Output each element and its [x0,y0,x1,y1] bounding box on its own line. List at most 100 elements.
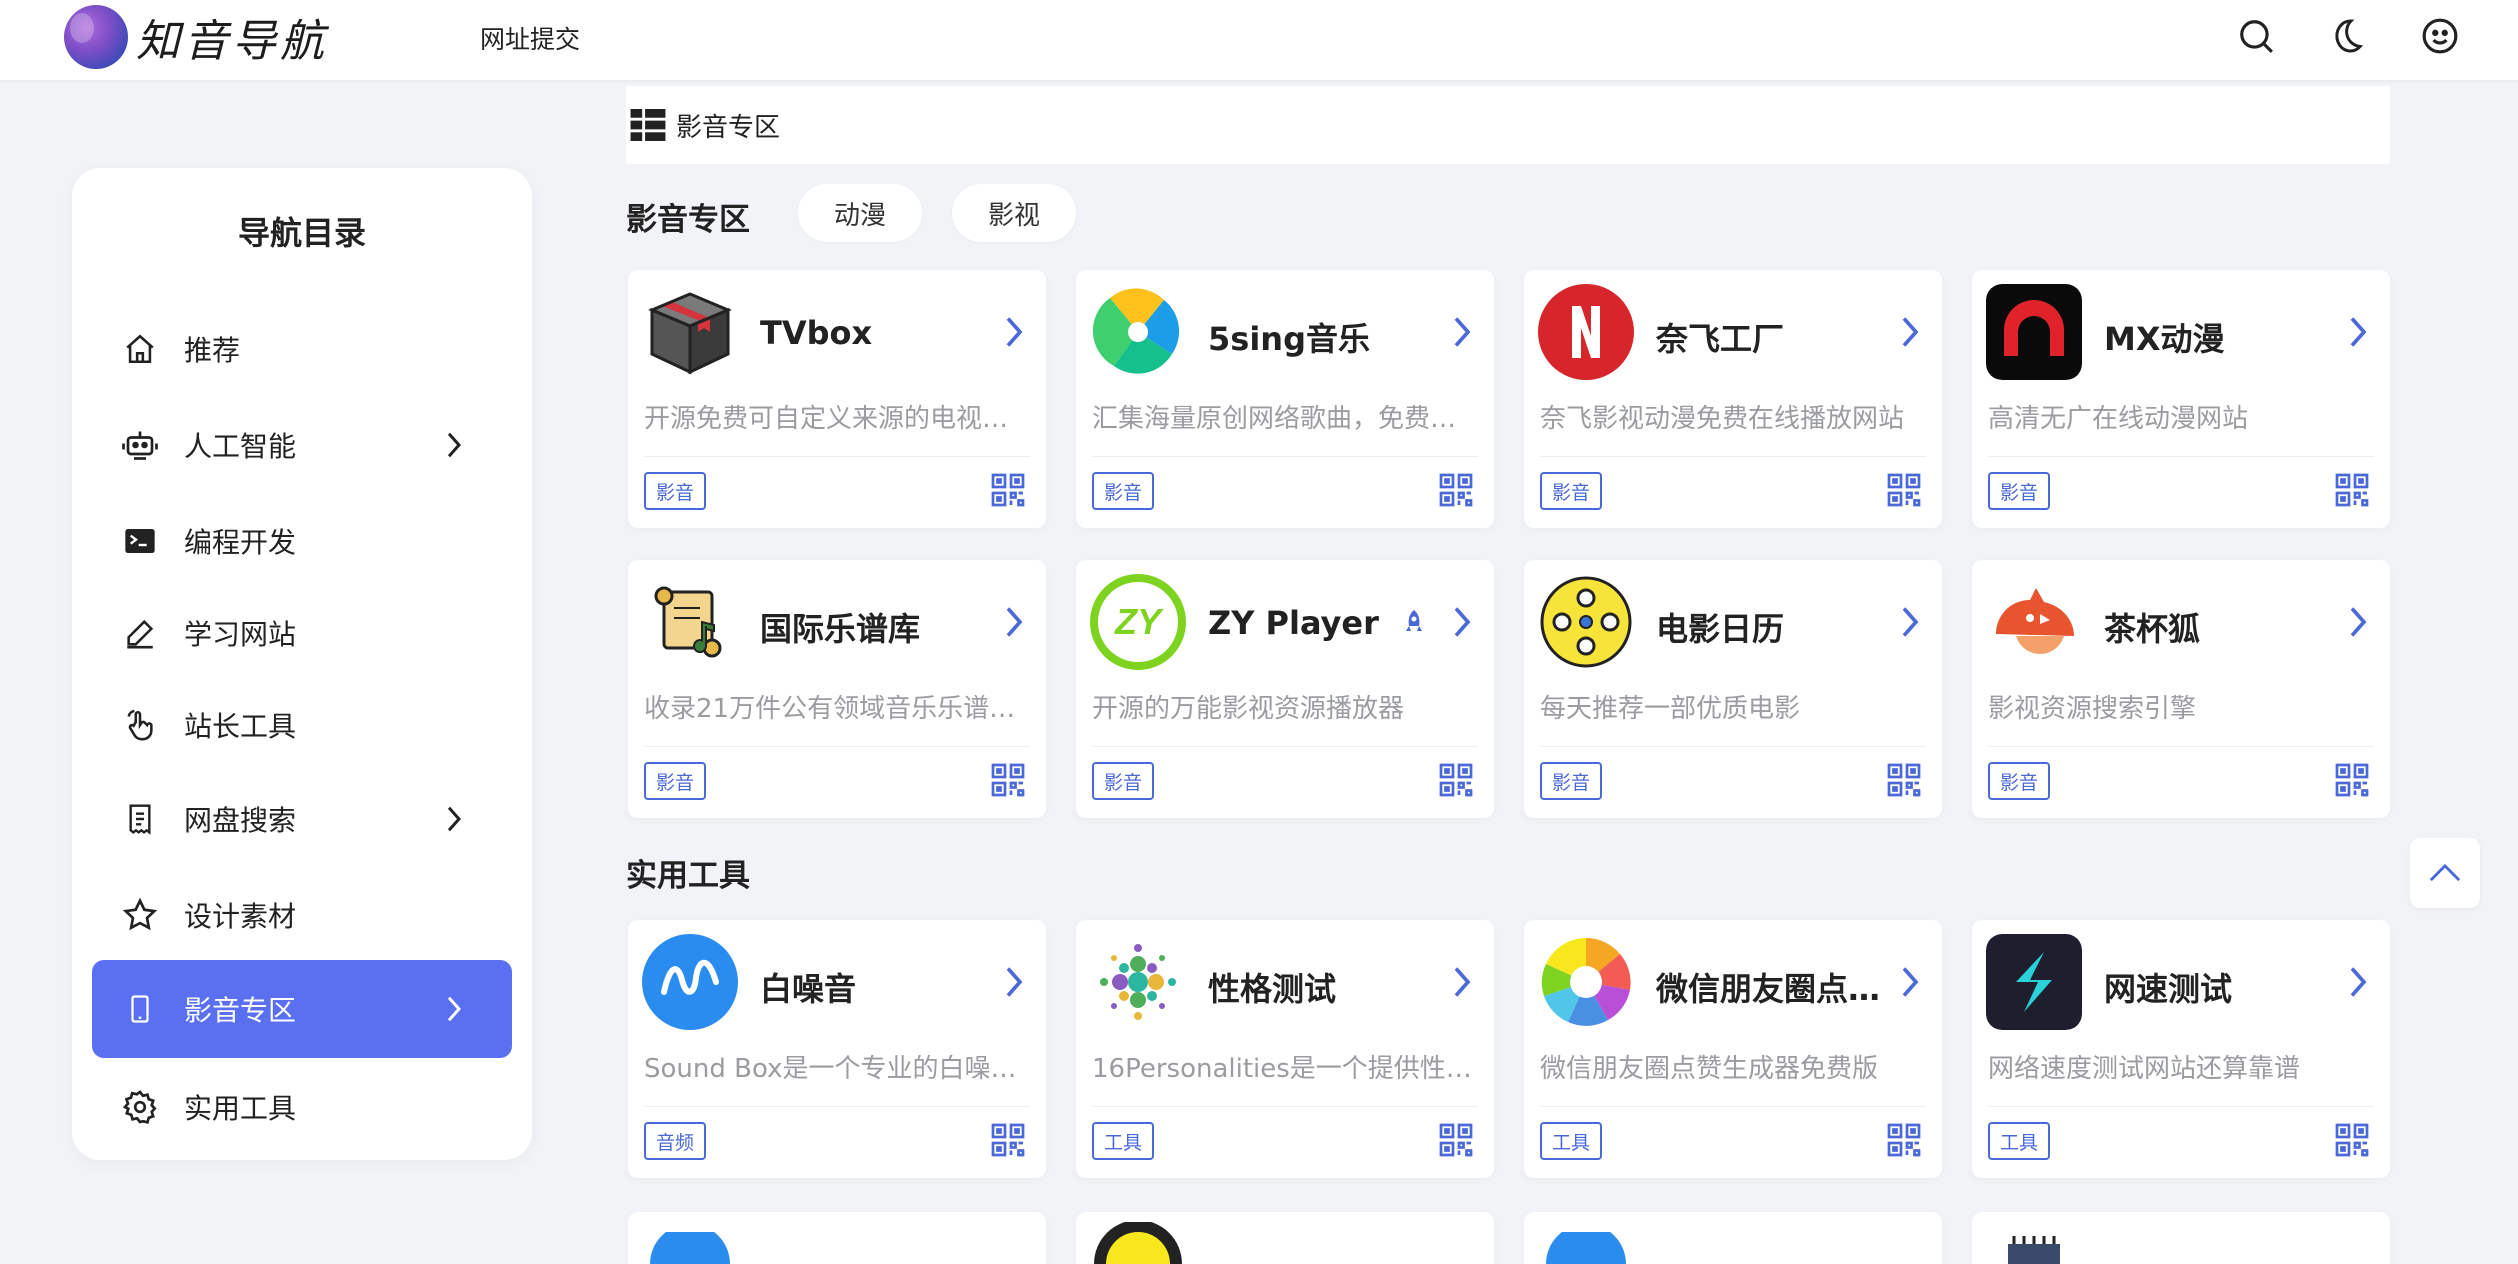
qrcode-icon[interactable] [2334,472,2370,508]
divider [644,1106,1030,1107]
site-card[interactable]: 微信朋友圈点赞生成器 微信朋友圈点赞生成器免费版 工具 [1524,920,1942,1178]
site-card[interactable]: ZY ZY Player 开源的万能影视资源播放器 影音 [1076,560,1494,818]
tab-movies[interactable]: 影视 [952,184,1077,242]
chevron-right-icon[interactable] [2344,314,2372,350]
site-card[interactable]: MX动漫 高清无广在线动漫网站 影音 [1972,270,2390,528]
category-tag[interactable]: 工具 [1092,1122,1155,1160]
sidebar-item-media[interactable]: 影音专区 [92,960,512,1058]
card-title: 性格测试 [1208,970,1337,1008]
category-tag[interactable]: 影音 [644,762,707,800]
card-title: 网速测试 [2104,970,2233,1008]
site-card[interactable]: 奈飞工厂 奈飞影视动漫免费在线播放网站 影音 [1524,270,1942,528]
film-reel-icon [1538,574,1634,670]
chevron-right-icon[interactable] [1448,604,1476,640]
site-card-partial[interactable] [628,1212,1046,1264]
site-card[interactable]: 白噪音 Sound Box是一个专业的白噪音网站 音频 [628,920,1046,1178]
category-tag[interactable]: 影音 [1988,762,2051,800]
card-title: 奈飞工厂 [1656,320,1785,358]
site-logo[interactable]: 知音导航 [64,4,364,70]
wave-logo [642,934,738,1030]
robot-icon [120,425,160,465]
app-logo-icon [1094,1222,1182,1264]
qrcode-icon[interactable] [990,1122,1026,1158]
site-card[interactable]: TVbox 开源免费可自定义来源的电视盒子应用 影音 [628,270,1046,528]
qrcode-icon[interactable] [1886,1122,1922,1158]
svg-text:ZY: ZY [1114,601,1164,642]
category-tag[interactable]: 影音 [1092,762,1155,800]
chevron-right-icon[interactable] [1896,314,1924,350]
site-card-partial[interactable] [1972,1212,2390,1264]
divider [1092,456,1478,457]
rocket-icon [1406,610,1422,631]
category-tag[interactable]: 工具 [1540,1122,1603,1160]
moon-icon[interactable] [2326,14,2370,58]
back-to-top-button[interactable] [2410,838,2480,908]
site-card[interactable]: 茶杯狐 影视资源搜索引擎 影音 [1972,560,2390,818]
speed-logo [1986,934,2082,1030]
logo-text: 知音导航 [136,16,328,67]
card-title: TVbox [760,314,873,352]
site-card[interactable]: 网速测试 网络速度测试网站还算靠谱 工具 [1972,920,2390,1178]
qrcode-icon[interactable] [990,472,1026,508]
category-tag[interactable]: 影音 [644,472,707,510]
qrcode-icon[interactable] [990,762,1026,798]
logo-mark-icon [64,5,128,69]
card-description: 开源免费可自定义来源的电视盒子应用 [644,404,1028,434]
submit-url-link[interactable]: 网址提交 [480,20,580,56]
qrcode-icon[interactable] [2334,762,2370,798]
category-tag[interactable]: 影音 [1540,472,1603,510]
pencil-icon [120,613,160,653]
chevron-right-icon[interactable] [1000,964,1028,1000]
chevron-right-icon[interactable] [1000,314,1028,350]
sidebar-item-cloud-search[interactable]: 网盘搜索 [92,770,512,868]
chevron-right-icon[interactable] [1448,314,1476,350]
sidebar-item-label: 编程开发 [184,526,297,559]
chevron-right-icon[interactable] [1448,964,1476,1000]
card-title: 微信朋友圈点赞生成器 [1656,970,1886,1008]
qrcode-icon[interactable] [1438,472,1474,508]
sidebar-item-programming[interactable]: 编程开发 [92,492,512,590]
sidebar-item-label: 人工智能 [184,430,297,463]
search-icon[interactable] [2234,14,2278,58]
category-tag[interactable]: 影音 [1092,472,1155,510]
site-card-partial[interactable] [1076,1212,1494,1264]
site-card[interactable]: 国际乐谱库 收录21万件公有领域音乐乐谱资源 影音 [628,560,1046,818]
divider [644,746,1030,747]
qrcode-icon[interactable] [1886,472,1922,508]
card-description: 开源的万能影视资源播放器 [1092,694,1405,724]
sidebar-item-tools[interactable]: 实用工具 [92,1058,512,1156]
site-card[interactable]: 性格测试 16Personalities是一个提供性格测试的网站 工具 [1076,920,1494,1178]
sidebar-item-design[interactable]: 设计素材 [92,866,512,964]
chevron-right-icon[interactable] [2344,964,2372,1000]
card-description: 网络速度测试网站还算靠谱 [1988,1054,2301,1084]
sidebar-item-label: 实用工具 [184,1092,297,1125]
chevron-right-icon[interactable] [2344,604,2372,640]
smile-icon[interactable] [2418,14,2462,58]
sidebar-item-webmaster[interactable]: 站长工具 [92,676,512,774]
site-card-partial[interactable] [1524,1212,1942,1264]
category-tag[interactable]: 音频 [644,1122,707,1160]
tab-anime[interactable]: 动漫 [798,184,923,242]
category-tag[interactable]: 影音 [1540,762,1603,800]
category-tag[interactable]: 影音 [1988,472,2051,510]
qrcode-icon[interactable] [1886,762,1922,798]
dots-logo [1090,934,1186,1030]
sidebar-item-ai[interactable]: 人工智能 [92,396,512,494]
qrcode-icon[interactable] [1438,762,1474,798]
divider [1540,746,1926,747]
category-tag[interactable]: 工具 [1988,1122,2051,1160]
section-title: 实用工具 [626,858,750,894]
chevron-right-icon[interactable] [1896,964,1924,1000]
sidebar-item-recommend[interactable]: 推荐 [92,300,512,398]
card-title: 国际乐谱库 [760,610,921,648]
qrcode-icon[interactable] [1438,1122,1474,1158]
qrcode-icon[interactable] [2334,1122,2370,1158]
sidebar-item-learning[interactable]: 学习网站 [92,584,512,682]
chevron-right-icon[interactable] [1896,604,1924,640]
zy-logo: ZY [1090,574,1186,670]
chevron-right-icon[interactable] [1000,604,1028,640]
site-card[interactable]: 5sing音乐 汇集海量原创网络歌曲，免费下载 影音 [1076,270,1494,528]
chip-icon [2008,1236,2060,1264]
mx-logo [1986,284,2082,380]
site-card[interactable]: 电影日历 每天推荐一部优质电影 影音 [1524,560,1942,818]
